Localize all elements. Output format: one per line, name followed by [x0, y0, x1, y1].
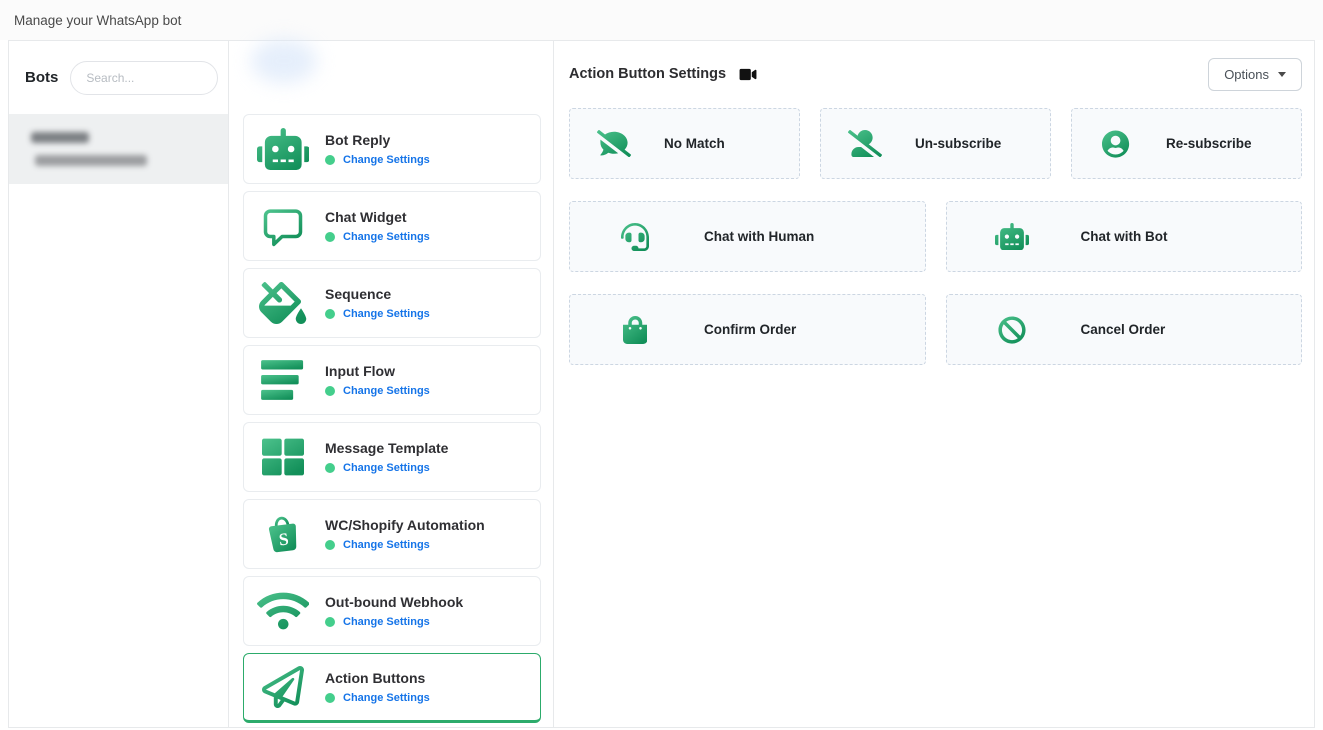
page-title: Manage your WhatsApp bot — [14, 13, 181, 28]
feature-card-input-flow[interactable]: Input Flow Change Settings — [243, 345, 541, 415]
change-settings-link[interactable]: Change Settings — [343, 616, 430, 628]
status-dot — [325, 386, 335, 396]
robot-icon — [256, 128, 310, 170]
bot-search-input[interactable] — [70, 61, 218, 95]
action-button-label: Re-subscribe — [1166, 136, 1252, 151]
sidebar-header: Bots — [9, 41, 228, 114]
feature-card-title: Message Template — [325, 440, 448, 456]
lines-icon — [256, 359, 310, 401]
action-button-label: Cancel Order — [1081, 322, 1166, 337]
status-dot — [325, 232, 335, 242]
action-button-re-subscribe[interactable]: Re-subscribe — [1071, 108, 1302, 179]
change-settings-link[interactable]: Change Settings — [343, 154, 430, 166]
bot-list-item-selected[interactable] — [9, 114, 228, 184]
change-settings-link[interactable]: Change Settings — [343, 692, 430, 704]
change-settings-link[interactable]: Change Settings — [343, 539, 430, 551]
action-button-chat-with-human[interactable]: Chat with Human — [569, 201, 926, 272]
paper-plane-icon — [256, 666, 310, 708]
bots-sidebar: Bots — [9, 41, 229, 727]
panel-header: Action Button Settings Options — [569, 57, 1302, 91]
feature-card-list: Bot Reply Change Settings Chat Widget Ch… — [243, 114, 541, 730]
feature-card-sequence[interactable]: Sequence Change Settings — [243, 268, 541, 338]
action-button-row: Confirm Order Cancel Order — [569, 294, 1302, 365]
shopping-bag-icon — [618, 316, 652, 344]
feature-card-action-buttons[interactable]: Action Buttons Change Settings — [243, 653, 541, 723]
comment-slash-icon — [597, 130, 631, 158]
feature-card-title: Input Flow — [325, 363, 430, 379]
fill-drip-icon — [256, 282, 310, 324]
action-button-cancel-order[interactable]: Cancel Order — [946, 294, 1303, 365]
options-button-label: Options — [1224, 67, 1269, 82]
action-button-grid: No Match Un-subscribe Re-subscribe Chat wit… — [569, 108, 1302, 365]
status-dot — [325, 617, 335, 627]
redacted-blob — [251, 39, 317, 83]
top-bar: Manage your WhatsApp bot — [0, 0, 1323, 40]
action-button-label: Chat with Human — [704, 229, 814, 244]
wifi-icon — [256, 590, 310, 632]
status-dot — [325, 309, 335, 319]
action-button-label: Un-subscribe — [915, 136, 1001, 151]
shopify-icon: S — [256, 513, 310, 555]
status-dot — [325, 540, 335, 550]
feature-card-wc-shopify-automation[interactable]: S WC/Shopify Automation Change Settings — [243, 499, 541, 569]
chat-bubble-icon — [256, 205, 310, 247]
action-button-chat-with-bot[interactable]: Chat with Bot — [946, 201, 1303, 272]
change-settings-link[interactable]: Change Settings — [343, 231, 430, 243]
features-column: Bot Reply Change Settings Chat Widget Ch… — [229, 41, 554, 727]
feature-card-title: Sequence — [325, 286, 430, 302]
change-settings-link[interactable]: Change Settings — [343, 308, 430, 320]
ban-icon — [995, 316, 1029, 344]
caret-down-icon — [1278, 72, 1286, 77]
action-button-label: Confirm Order — [704, 322, 796, 337]
feature-card-message-template[interactable]: Message Template Change Settings — [243, 422, 541, 492]
user-circle-icon — [1099, 130, 1133, 158]
options-button[interactable]: Options — [1208, 58, 1302, 91]
video-camera-icon[interactable] — [739, 67, 757, 82]
redacted-bot-name — [31, 132, 89, 143]
redacted-bot-phone — [35, 155, 147, 166]
feature-card-chat-widget[interactable]: Chat Widget Change Settings — [243, 191, 541, 261]
action-button-label: Chat with Bot — [1081, 229, 1168, 244]
action-button-no-match[interactable]: No Match — [569, 108, 800, 179]
action-button-row: Chat with Human Chat with Bot — [569, 201, 1302, 272]
headset-icon — [618, 223, 652, 251]
feature-card-out-bound-webhook[interactable]: Out-bound Webhook Change Settings — [243, 576, 541, 646]
status-dot — [325, 693, 335, 703]
status-dot — [325, 155, 335, 165]
feature-card-title: Out-bound Webhook — [325, 594, 463, 610]
action-button-confirm-order[interactable]: Confirm Order — [569, 294, 926, 365]
robot-icon — [995, 223, 1029, 251]
status-dot — [325, 463, 335, 473]
action-button-label: No Match — [664, 136, 725, 151]
feature-card-title: Bot Reply — [325, 132, 430, 148]
feature-card-bot-reply[interactable]: Bot Reply Change Settings — [243, 114, 541, 184]
bots-heading: Bots — [25, 69, 58, 86]
feature-card-title: Action Buttons — [325, 670, 430, 686]
grid-icon — [256, 436, 310, 478]
feature-card-title: WC/Shopify Automation — [325, 517, 485, 533]
change-settings-link[interactable]: Change Settings — [343, 385, 430, 397]
action-button-un-subscribe[interactable]: Un-subscribe — [820, 108, 1051, 179]
change-settings-link[interactable]: Change Settings — [343, 462, 430, 474]
action-button-row: No Match Un-subscribe Re-subscribe — [569, 108, 1302, 179]
action-button-settings-panel: Action Button Settings Options No Match U… — [554, 41, 1314, 727]
user-slash-icon — [848, 130, 882, 158]
content-shell: Bots Bot Reply Change Settings Chat Widg… — [8, 40, 1315, 728]
panel-title: Action Button Settings — [569, 66, 726, 82]
feature-card-title: Chat Widget — [325, 209, 430, 225]
